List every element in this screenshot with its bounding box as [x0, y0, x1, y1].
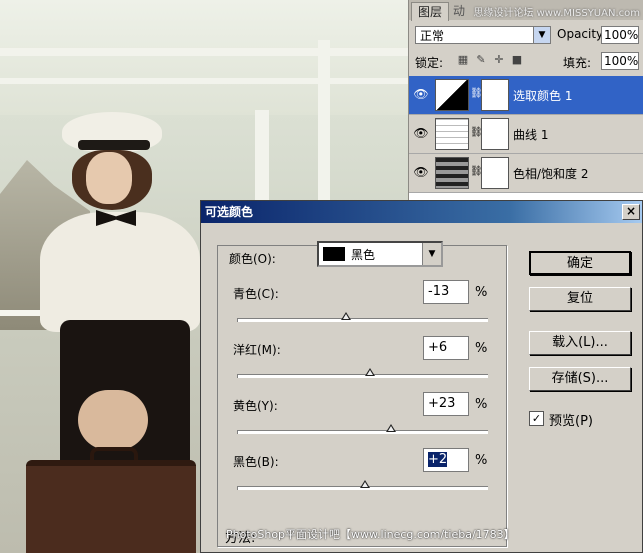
close-icon[interactable]: × — [622, 204, 640, 220]
preview-label: 预览(P) — [549, 414, 593, 429]
reset-button[interactable]: 复位 — [529, 287, 631, 311]
opacity-input[interactable]: 100% — [601, 26, 639, 44]
tab-layers[interactable]: 图层 — [411, 2, 450, 21]
lace-cape — [40, 212, 200, 332]
face — [86, 152, 132, 204]
yellow-label: 黄色(Y): — [233, 399, 278, 413]
opacity-label: Opacity: — [557, 27, 607, 41]
selective-color-dialog: 可选颜色 × 颜色(O): 黑色 ▼ 青色(C): -13 % 洋红(M): +… — [200, 200, 643, 553]
tab-other[interactable]: 动 — [447, 2, 471, 20]
magenta-percent: % — [475, 341, 488, 356]
lock-move-icon[interactable]: ✛ — [493, 54, 505, 66]
color-swatch — [323, 247, 345, 261]
layer-mask-thumbnail[interactable] — [481, 118, 509, 150]
layers-panel: 图层 动 思缘设计论坛 www.MISSYUAN.com 正常 ▼ Opacit… — [408, 0, 643, 200]
black-input-value: +2 — [428, 452, 448, 467]
lock-paint-icon[interactable]: ✎ — [475, 54, 487, 66]
yellow-slider-track[interactable] — [237, 430, 488, 434]
layer-name: 色相/饱和度 2 — [513, 167, 589, 181]
suitcase — [26, 460, 196, 553]
watermark-bottom: PhotoShop平面设计吧【www.linecg.com/tieba/1783… — [226, 528, 515, 541]
cyan-label: 青色(C): — [233, 287, 279, 301]
black-slider-handle[interactable] — [359, 480, 370, 488]
eye-icon[interactable]: 👁 — [413, 165, 429, 179]
chevron-down-icon[interactable]: ▼ — [422, 243, 441, 265]
layer-list: 👁 ⛓ 选取颜色 1 👁 ⛓ 曲线 1 👁 ⛓ 色相/饱和度 2 — [409, 76, 643, 200]
eye-icon[interactable]: 👁 — [413, 87, 429, 101]
cyan-percent: % — [475, 285, 488, 300]
color-select[interactable]: 黑色 ▼ — [317, 241, 443, 267]
fill-input[interactable]: 100% — [601, 52, 639, 70]
magenta-slider-handle[interactable] — [364, 368, 375, 376]
layer-row-curves[interactable]: 👁 ⛓ 曲线 1 — [409, 115, 643, 154]
layer-mask-thumbnail[interactable] — [481, 157, 509, 189]
yellow-slider-handle[interactable] — [385, 424, 396, 432]
lock-transparency-icon[interactable]: ▦ — [457, 54, 469, 66]
watermark-top: 思缘设计论坛 www.MISSYUAN.com — [473, 8, 640, 19]
adjustment-thumbnail — [435, 79, 469, 111]
blend-mode-value: 正常 — [420, 29, 445, 43]
curves-thumbnail — [435, 118, 469, 150]
layer-name: 选取颜色 1 — [513, 89, 573, 103]
magenta-slider-track[interactable] — [237, 374, 488, 378]
yellow-percent: % — [475, 397, 488, 412]
ok-button[interactable]: 确定 — [529, 251, 631, 275]
fill-label: 填充: — [563, 56, 592, 70]
black-input[interactable]: +2 — [423, 448, 469, 472]
magenta-input[interactable]: +6 — [423, 336, 469, 360]
layer-row-hue-saturation[interactable]: 👁 ⛓ 色相/饱和度 2 — [409, 154, 643, 193]
save-button[interactable]: 存储(S)... — [529, 367, 631, 391]
panel-tabs: 图层 动 思缘设计论坛 www.MISSYUAN.com — [409, 0, 643, 21]
yellow-input[interactable]: +23 — [423, 392, 469, 416]
ceiling-beam — [0, 78, 410, 84]
cyan-input[interactable]: -13 — [423, 280, 469, 304]
arms — [78, 390, 148, 450]
chevron-down-icon[interactable]: ▼ — [533, 27, 550, 43]
checkbox-checked-icon[interactable]: ✓ — [529, 411, 544, 426]
magenta-label: 洋红(M): — [233, 343, 281, 357]
cyan-slider-track[interactable] — [237, 318, 488, 322]
ceiling — [0, 0, 410, 115]
lock-all-icon[interactable]: ■ — [511, 54, 523, 66]
load-button[interactable]: 载入(L)... — [529, 331, 631, 355]
eye-icon[interactable]: 👁 — [413, 126, 429, 140]
lock-label: 锁定: — [415, 56, 444, 70]
layer-mask-thumbnail[interactable] — [481, 79, 509, 111]
black-percent: % — [475, 453, 488, 468]
layer-row-selective-color[interactable]: 👁 ⛓ 选取颜色 1 — [409, 76, 643, 115]
hue-saturation-thumbnail — [435, 157, 469, 189]
cyan-slider-handle[interactable] — [340, 312, 351, 320]
dialog-titlebar[interactable]: 可选颜色 × — [201, 201, 642, 223]
pillar — [318, 40, 330, 220]
dialog-title: 可选颜色 — [205, 205, 254, 219]
color-select-value: 黑色 — [351, 248, 376, 262]
hat-band — [78, 140, 150, 150]
blend-mode-select[interactable]: 正常 ▼ — [415, 26, 551, 44]
black-label: 黑色(B): — [233, 455, 279, 469]
ceiling-beam — [0, 48, 410, 56]
layer-name: 曲线 1 — [513, 128, 549, 142]
color-label: 颜色(O): — [229, 252, 276, 266]
